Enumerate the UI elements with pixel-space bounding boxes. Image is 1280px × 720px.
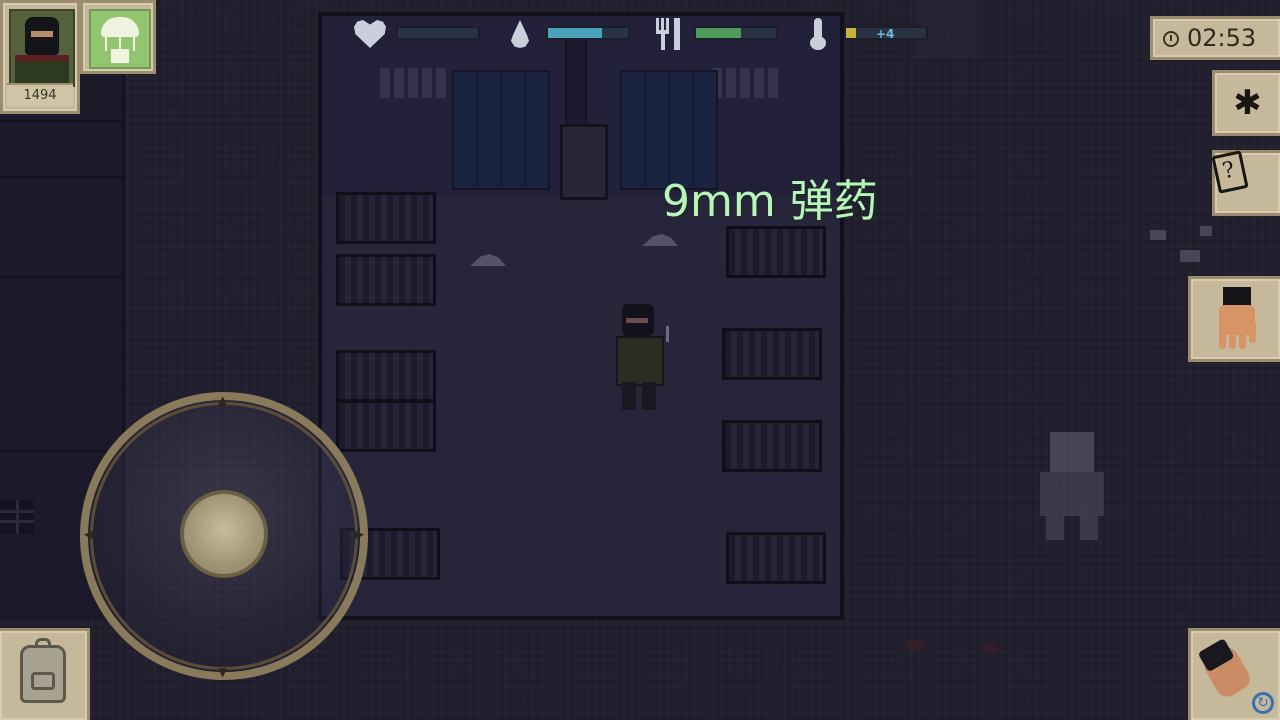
clock-icon — [1163, 31, 1179, 47]
thermometer-icon — [798, 14, 838, 54]
movement-joystick[interactable]: ▲ ▼ ◀ ▶ — [80, 392, 368, 680]
airdrop-button[interactable] — [80, 0, 156, 74]
knife — [666, 326, 669, 342]
player-character — [612, 304, 669, 412]
roof-line — [0, 276, 122, 279]
parachute-canopy — [101, 17, 139, 37]
wall-vent — [712, 68, 780, 98]
game-clock: 02:53 — [1150, 16, 1280, 60]
swap-icon: ↻ — [1252, 692, 1274, 714]
blood-stain — [904, 640, 926, 650]
interact-button[interactable] — [1188, 276, 1280, 362]
player-mask-eyes — [626, 318, 648, 323]
player-leg — [622, 382, 636, 410]
bunk-bed[interactable] — [336, 254, 436, 306]
portrait-mask — [25, 17, 59, 55]
stove-pipe — [565, 30, 587, 130]
bunk-bed[interactable] — [726, 226, 826, 278]
thirst-fill — [548, 28, 603, 38]
weapon-button[interactable]: ↻ — [1188, 628, 1280, 720]
parachute-icon — [89, 9, 151, 69]
floor-debris — [1140, 220, 1220, 274]
parachute-crate — [111, 49, 129, 63]
character-card[interactable]: 1494 — [0, 0, 80, 114]
backpack-icon — [20, 638, 66, 703]
quest-note-icon — [1211, 150, 1249, 194]
temperature-mark: +4 — [876, 27, 895, 41]
temperature-bar: +4 — [844, 26, 928, 41]
clock-time: 02:53 — [1187, 24, 1257, 52]
player-torso — [616, 336, 664, 386]
gear-icon — [1215, 73, 1280, 133]
hand-finger — [1219, 327, 1226, 349]
bunk-bed[interactable] — [336, 192, 436, 244]
bunk-bed[interactable] — [722, 328, 822, 380]
blood-stain — [980, 644, 998, 652]
arrow-right-icon: ▶ — [354, 527, 364, 541]
locker[interactable] — [620, 70, 718, 190]
health-bar — [396, 26, 480, 40]
inventory-button[interactable] — [0, 628, 90, 720]
roof-line — [0, 120, 122, 123]
roof-line — [0, 176, 122, 179]
furnace[interactable] — [560, 124, 608, 200]
hand-glove — [1223, 287, 1251, 307]
hand-icon — [1213, 287, 1261, 353]
fork-knife-icon — [648, 14, 688, 54]
player-score: 1494 — [7, 83, 73, 107]
temperature-fill — [846, 28, 856, 38]
settings-button[interactable] — [1212, 70, 1280, 136]
arrow-down-icon: ▼ — [218, 665, 228, 679]
fist-icon — [1199, 643, 1255, 701]
water-drop-icon — [500, 14, 540, 54]
thirst-bar — [546, 26, 630, 40]
wall-vent — [380, 68, 448, 98]
player-leg — [642, 382, 656, 410]
character-portrait — [9, 9, 75, 89]
quests-button[interactable] — [1211, 150, 1280, 216]
hand-finger — [1239, 327, 1246, 349]
arrow-left-icon: ◀ — [84, 527, 94, 541]
hunger-fill — [696, 28, 741, 38]
pickup-item-label: 9mm 弹药 — [662, 176, 878, 227]
arrow-up-icon: ▲ — [218, 393, 228, 407]
hand-finger — [1229, 327, 1236, 349]
hand-finger — [1249, 321, 1256, 343]
locker[interactable] — [452, 70, 550, 190]
bunk-bed[interactable] — [726, 532, 826, 584]
heart-icon — [350, 14, 390, 54]
bunk-bed[interactable] — [722, 420, 822, 472]
hunger-bar — [694, 26, 778, 40]
joystick-knob[interactable] — [180, 490, 268, 578]
zombie-silhouette[interactable] — [1020, 432, 1124, 540]
window — [0, 500, 34, 534]
